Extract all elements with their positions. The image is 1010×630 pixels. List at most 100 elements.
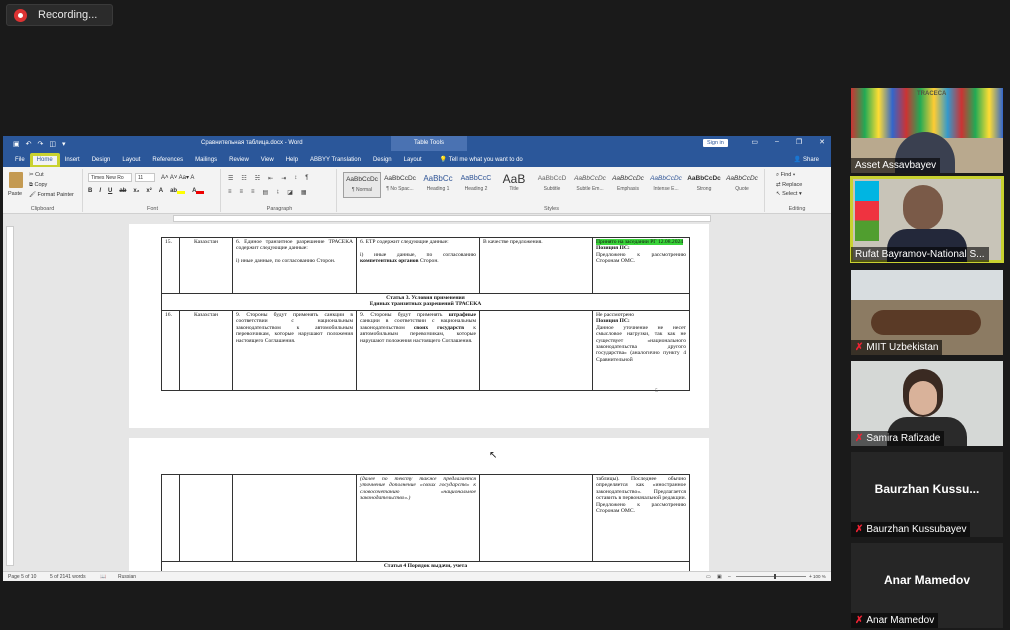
style-normal[interactable]: AaBbCcDc ¶ Normal [343, 172, 381, 198]
maximize-icon[interactable]: ❐ [796, 138, 802, 146]
language-indicator[interactable]: Russian [118, 574, 136, 580]
superscript-icon[interactable]: x² [146, 188, 151, 194]
tell-me-search[interactable]: 💡 Tell me what you want to do [434, 156, 529, 167]
tab-references[interactable]: References [146, 157, 189, 167]
word-count[interactable]: 5 of 2141 words [50, 574, 86, 580]
page-count[interactable]: Page 5 of 10 [8, 574, 36, 580]
style-heading-1[interactable]: AaBbCc Heading 1 [419, 172, 457, 198]
bold-icon[interactable]: B [88, 188, 92, 194]
style-no-spacing[interactable]: AaBbCcDc ¶ No Spac... [381, 172, 419, 198]
document-title: Сравнительная таблица.docx - Word [201, 140, 303, 146]
proofing-icon[interactable]: 📖 [100, 574, 106, 580]
close-icon[interactable]: ✕ [819, 138, 825, 146]
tab-layout[interactable]: Layout [116, 157, 146, 167]
tab-design[interactable]: Design [86, 157, 117, 167]
tab-table-design[interactable]: Design [367, 157, 398, 167]
numbering-icon[interactable]: ☷ [241, 175, 246, 182]
editing-group: ⌕ Find ▾ ⇄ Replace ↖ Select ▾ Editing [767, 169, 827, 212]
tab-file[interactable]: File [9, 157, 31, 167]
share-button[interactable]: 👤 Share [788, 156, 825, 167]
multilevel-icon[interactable]: ☵ [255, 175, 260, 182]
sort-icon[interactable]: ↕ [294, 175, 297, 182]
print-preview-icon[interactable]: ◫ [49, 140, 56, 148]
find-button[interactable]: ⌕ Find ▾ [776, 172, 827, 179]
tab-insert[interactable]: Insert [59, 157, 86, 167]
customize-icon[interactable]: ▾ [62, 140, 66, 148]
justify-icon[interactable]: ▤ [263, 189, 269, 196]
align-left-icon[interactable]: ≡ [228, 189, 232, 196]
align-right-icon[interactable]: ≡ [251, 189, 255, 196]
bullets-icon[interactable]: ☰ [228, 175, 233, 182]
strikethrough-icon[interactable]: ab [119, 188, 126, 194]
select-button[interactable]: ↖ Select ▾ [776, 191, 827, 197]
tab-mailings[interactable]: Mailings [189, 157, 223, 167]
participant-video [871, 310, 981, 335]
decrease-indent-icon[interactable]: ⇤ [268, 175, 273, 182]
participant-tile[interactable]: ✗ Samira Rafizade [851, 361, 1003, 446]
text-effects-icon[interactable]: A [159, 188, 163, 194]
tab-review[interactable]: Review [223, 157, 255, 167]
style-subtitle[interactable]: AaBbCcD Subtitle [533, 172, 571, 198]
increase-indent-icon[interactable]: ⇥ [281, 175, 286, 182]
participant-tile[interactable]: Baurzhan Kussu... ✗ Baurzhan Kussubayev [851, 452, 1003, 537]
select-icon: ↖ [776, 191, 781, 197]
styles-gallery: AaBbCcDc ¶ Normal AaBbCcDc ¶ No Spac... Aa… [339, 169, 765, 212]
zoom-level[interactable]: 100 % [813, 574, 826, 579]
paste-button[interactable]: Paste [8, 191, 22, 197]
pilcrow-icon[interactable]: ¶ [305, 175, 308, 182]
font-name-select[interactable]: Times New Ro [88, 173, 132, 182]
borders-icon[interactable]: ▦ [301, 189, 307, 196]
vertical-ruler[interactable] [6, 226, 14, 566]
copy-button[interactable]: ⧉ Copy [29, 182, 47, 189]
paste-icon[interactable] [9, 172, 23, 188]
horizontal-ruler[interactable] [3, 214, 831, 223]
recording-indicator[interactable]: Recording... [6, 4, 113, 26]
read-mode-icon[interactable]: ▭ [706, 574, 711, 580]
style-subtle-emphasis[interactable]: AaBbCcDc Subtle Em... [571, 172, 609, 198]
clipboard-label: Clipboard [30, 206, 55, 212]
participant-tile[interactable]: ✗ MIIT Uzbekistan [851, 270, 1003, 355]
style-title[interactable]: AaB Title [495, 172, 533, 198]
save-icon[interactable]: ▣ [13, 140, 20, 148]
format-painter-button[interactable]: 🖌 Format Painter [29, 192, 74, 198]
italic-icon[interactable]: I [99, 188, 101, 194]
status-cell: Принято на заседании РГ 12.08.2024 Позици… [592, 237, 690, 294]
zoom-slider[interactable] [736, 574, 806, 579]
highlight-icon[interactable]: ab [170, 188, 186, 194]
underline-icon[interactable]: U [108, 188, 112, 194]
style-intense-emphasis[interactable]: AaBbCcDc Intense E... [647, 172, 685, 198]
style-heading-2[interactable]: AaBbCcC Heading 2 [457, 172, 495, 198]
style-quote[interactable]: AaBbCcDc Quote [723, 172, 761, 198]
style-strong[interactable]: AaBbCcDc Strong [685, 172, 723, 198]
participant-tile-active[interactable]: Rufat Bayramov-National S... [850, 176, 1004, 263]
print-layout-icon[interactable]: ▣ [717, 574, 722, 580]
font-size-icons[interactable]: A˄ A˅ Aa▾ A [161, 174, 194, 181]
align-center-icon[interactable]: ≡ [240, 189, 244, 196]
redo-icon[interactable]: ↷ [38, 140, 44, 148]
subscript-icon[interactable]: x₂ [133, 188, 139, 194]
participant-name: ✗ Anar Mamedov [851, 613, 939, 628]
minimize-icon[interactable]: – [775, 138, 779, 146]
participant-tile[interactable]: Anar Mamedov ✗ Anar Mamedov [851, 543, 1003, 628]
tab-abbyy[interactable]: ABBYY Translation [304, 157, 367, 167]
tab-view[interactable]: View [255, 157, 280, 167]
table-row: 16. Казахстан 9. Стороны будут применять… [161, 310, 690, 391]
replace-button[interactable]: ⇄ Replace [776, 182, 827, 188]
undo-icon[interactable]: ↶ [26, 140, 32, 148]
tab-table-layout[interactable]: Layout [398, 157, 428, 167]
line-spacing-icon[interactable]: ↨ [276, 189, 279, 196]
cut-button[interactable]: ✂ Cut [29, 172, 44, 178]
sign-in-button[interactable]: Sign in [703, 139, 728, 147]
style-emphasis[interactable]: AaBbCcDc Emphasis [609, 172, 647, 198]
zoom-out-icon[interactable]: – [728, 574, 731, 580]
zoom-in-icon[interactable]: + [809, 574, 812, 580]
shading-icon[interactable]: ◪ [287, 189, 293, 196]
tab-home[interactable]: Home [29, 153, 60, 168]
font-color-icon[interactable]: A [192, 188, 205, 194]
ribbon-display-icon[interactable]: ▭ [751, 138, 758, 146]
font-size-select[interactable]: 11 [135, 173, 155, 182]
participant-name: Asset Assavbayev [851, 158, 941, 173]
tab-help[interactable]: Help [280, 157, 304, 167]
participant-tile[interactable]: TRACECA Asset Assavbayev [851, 88, 1003, 173]
article-4-heading: Статья 4 Порядок выдачи, учета [161, 561, 690, 572]
